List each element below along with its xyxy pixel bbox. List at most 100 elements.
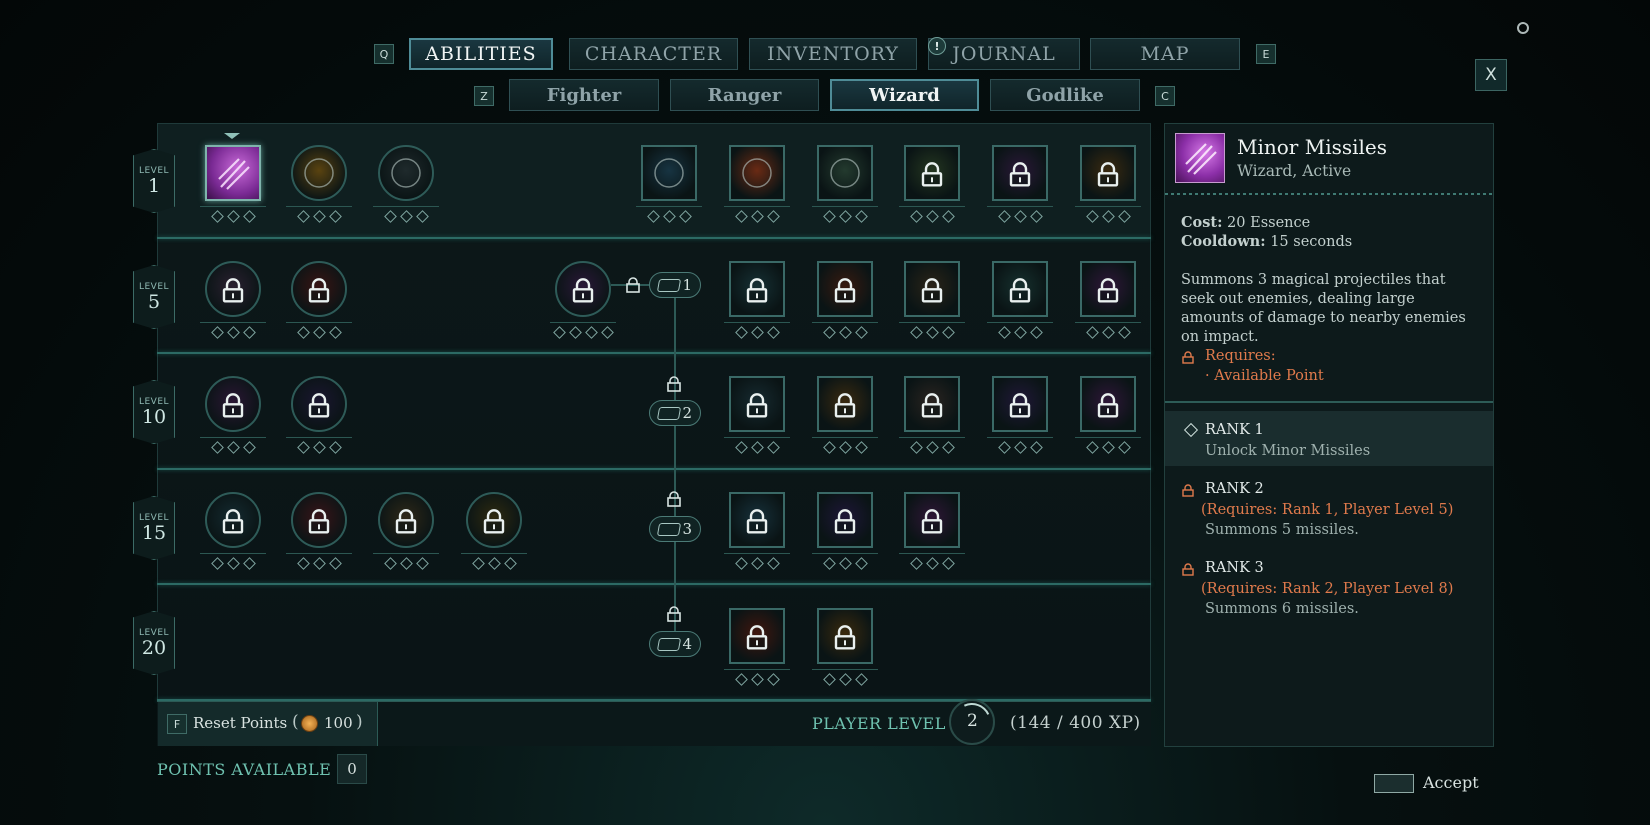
- reset-cost-value: 100: [324, 714, 353, 732]
- locked-passive-node[interactable]: [205, 492, 261, 548]
- rank-diamond-icon: [822, 557, 836, 570]
- rank-diamond-icon: [226, 557, 240, 570]
- rank-lock-icon: [1182, 482, 1194, 497]
- locked-ability-node[interactable]: [729, 608, 785, 664]
- ability-detail-panel: Minor Missiles Wizard, Active Cost: 20 E…: [1164, 123, 1494, 747]
- rank-diamonds: [905, 209, 959, 223]
- rope-ability-node[interactable]: [378, 145, 434, 201]
- tome-icon: [656, 523, 682, 536]
- rank-2-desc: Summons 5 missiles.: [1205, 522, 1359, 538]
- rank-diamond-icon: [941, 326, 955, 339]
- rank-diamond-icon: [909, 557, 923, 570]
- rank-diamonds: [905, 556, 959, 570]
- locked-ability-node[interactable]: [817, 608, 873, 664]
- locked-ability-node[interactable]: [904, 145, 960, 201]
- rank-diamonds: [993, 325, 1047, 339]
- rank-diamond-icon: [734, 326, 748, 339]
- locked-ability-node[interactable]: [1080, 145, 1136, 201]
- reset-cost-paren: (: [292, 712, 299, 732]
- player-level-value: 2: [967, 711, 978, 731]
- locked-ability-node[interactable]: [904, 261, 960, 317]
- rank-lock-icon: [1182, 561, 1194, 576]
- rank-diamond-icon: [838, 557, 852, 570]
- lock-icon: [307, 392, 331, 418]
- rank-diamonds: [730, 325, 784, 339]
- rank-underline: [373, 553, 439, 554]
- locked-ability-node[interactable]: [729, 376, 785, 432]
- ability-glyph-icon: [304, 158, 334, 188]
- locked-passive-node[interactable]: [291, 261, 347, 317]
- tab-map[interactable]: MAP: [1090, 38, 1240, 70]
- lock-icon: [920, 277, 944, 303]
- rank-underline: [286, 322, 352, 323]
- rank-diamond-icon: [854, 210, 868, 223]
- tab-journal[interactable]: JOURNAL: [928, 38, 1080, 70]
- tab-wizard[interactable]: Wizard: [830, 79, 979, 111]
- locked-ability-node[interactable]: [817, 261, 873, 317]
- rank-diamond-icon: [296, 557, 310, 570]
- tab-abilities[interactable]: ABILITIES: [409, 38, 553, 70]
- prev-tab-key[interactable]: Q: [374, 44, 394, 64]
- locked-ability-node[interactable]: [904, 376, 960, 432]
- rank-underline: [987, 437, 1053, 438]
- rank-diamond-icon: [471, 557, 485, 570]
- tab-ranger[interactable]: Ranger: [670, 79, 819, 111]
- level-badge-10: LEVEL 10: [133, 380, 175, 444]
- lock-icon: [833, 277, 857, 303]
- rank-diamond-icon: [766, 326, 780, 339]
- rank-diamond-icon: [941, 557, 955, 570]
- level-badge-label: LEVEL: [138, 627, 170, 638]
- prev-class-key[interactable]: Z: [474, 86, 494, 106]
- tab-inventory[interactable]: INVENTORY: [749, 38, 917, 70]
- locked-ability-node[interactable]: [992, 261, 1048, 317]
- rank-diamonds: [818, 672, 872, 686]
- locked-ability-node[interactable]: [1080, 261, 1136, 317]
- tab-character[interactable]: CHARACTER: [569, 38, 738, 70]
- next-tab-key[interactable]: E: [1256, 44, 1276, 64]
- locked-passive-node[interactable]: [378, 492, 434, 548]
- rank-diamond-icon: [925, 441, 939, 454]
- locked-ability-node[interactable]: [904, 492, 960, 548]
- rank-diamond-icon: [750, 441, 764, 454]
- lock-icon: [221, 508, 245, 534]
- lock-icon: [920, 161, 944, 187]
- ability-subtitle: Wizard, Active: [1237, 162, 1352, 180]
- locked-ability-node[interactable]: [817, 376, 873, 432]
- accept-button[interactable]: Accept: [1374, 772, 1479, 796]
- rank-underline: [724, 322, 790, 323]
- fan-of-flames-node[interactable]: [729, 145, 785, 201]
- locked-ability-node[interactable]: [992, 376, 1048, 432]
- locked-passive-node[interactable]: [205, 261, 261, 317]
- next-class-key[interactable]: C: [1155, 86, 1175, 106]
- locked-passive-node[interactable]: [205, 376, 261, 432]
- locked-ability-node[interactable]: [729, 492, 785, 548]
- points-available-label: POINTS AVAILABLE: [157, 760, 332, 779]
- rank-diamonds: [642, 209, 696, 223]
- rank-diamond-icon: [822, 210, 836, 223]
- rank-underline: [461, 553, 527, 554]
- cooldown-label: Cooldown:: [1181, 233, 1266, 250]
- locked-passive-node[interactable]: [466, 492, 522, 548]
- minor-missiles-node[interactable]: [205, 145, 261, 201]
- rank-underline: [1075, 206, 1141, 207]
- grasp-ability-node[interactable]: [817, 145, 873, 201]
- rank-underline: [286, 437, 352, 438]
- locked-passive-node[interactable]: [555, 261, 611, 317]
- tab-fighter[interactable]: Fighter: [509, 79, 659, 111]
- settings-gear-icon[interactable]: [1517, 22, 1529, 34]
- tier-pill-1: 1: [649, 272, 701, 298]
- tab-godlike[interactable]: Godlike: [990, 79, 1140, 111]
- ice-shards-node[interactable]: [641, 145, 697, 201]
- locked-ability-node[interactable]: [992, 145, 1048, 201]
- rank-diamond-icon: [734, 557, 748, 570]
- locked-ability-node[interactable]: [729, 261, 785, 317]
- armor-ability-node[interactable]: [291, 145, 347, 201]
- reset-points-button[interactable]: F Reset Points ( 100 ): [158, 702, 378, 746]
- rank-diamond-icon: [822, 441, 836, 454]
- locked-passive-node[interactable]: [291, 492, 347, 548]
- rank-diamond-icon: [328, 441, 342, 454]
- close-button[interactable]: X: [1475, 59, 1507, 91]
- locked-passive-node[interactable]: [291, 376, 347, 432]
- locked-ability-node[interactable]: [1080, 376, 1136, 432]
- locked-ability-node[interactable]: [817, 492, 873, 548]
